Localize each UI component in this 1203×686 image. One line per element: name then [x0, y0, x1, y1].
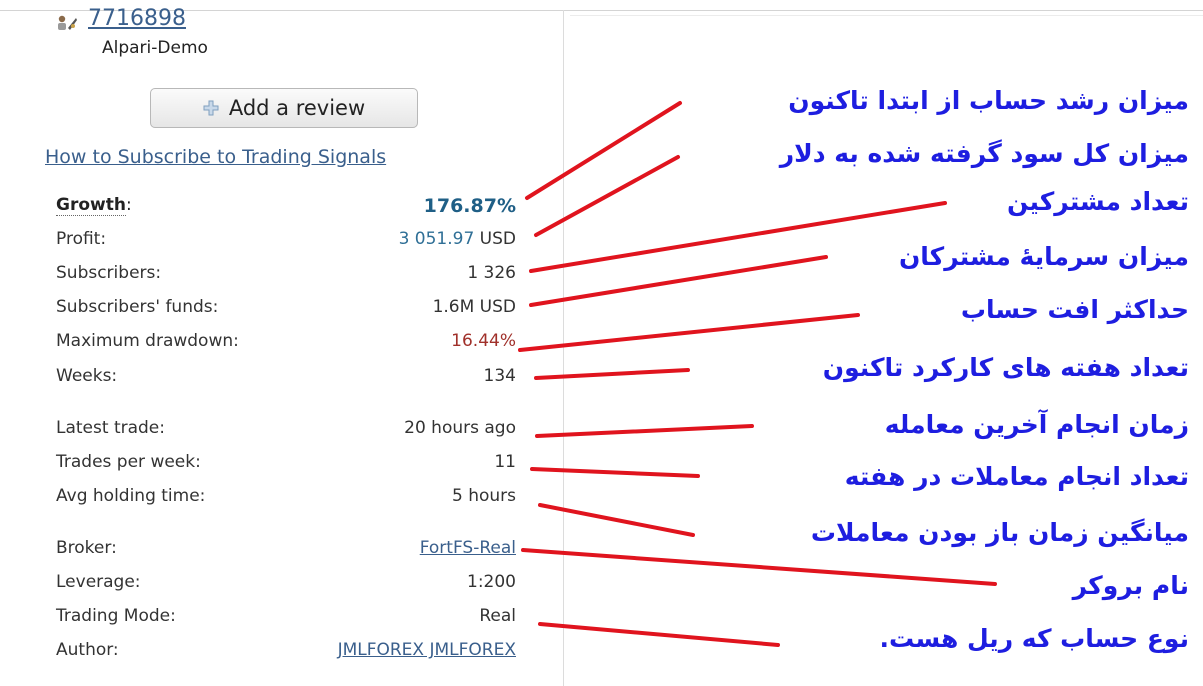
trades-week-value: 11 [494, 452, 516, 472]
holding-value: 5 hours [451, 486, 516, 506]
profit-label: Profit: [56, 229, 107, 249]
arrow-growth [525, 101, 682, 200]
server-name: Alpari-Demo [102, 38, 208, 58]
subscribe-howto-link[interactable]: How to Subscribe to Trading Signals [45, 146, 386, 168]
account-id-link[interactable]: 7716898 [88, 6, 186, 32]
stat-row-author: Author: JMLFOREX JMLFOREX [56, 640, 516, 664]
arrow-broker [521, 548, 997, 586]
annotation-holding: میانگین زمان باز بودن معاملات [810, 518, 1189, 547]
annotation-growth: میزان رشد حساب از ابتدا تاکنون [788, 86, 1189, 115]
broker-label: Broker: [56, 538, 117, 558]
stat-row-holding: Avg holding time: 5 hours [56, 486, 516, 510]
stat-row-trading-mode: Trading Mode: Real [56, 606, 516, 630]
latest-trade-value: 20 hours ago [404, 418, 516, 438]
author-link[interactable]: JMLFOREX JMLFOREX [338, 640, 516, 660]
drawdown-label: Maximum drawdown: [56, 331, 239, 351]
stat-row-funds: Subscribers' funds: 1.6M USD [56, 297, 516, 321]
annotation-trades-week: تعداد انجام معاملات در هفته [844, 462, 1189, 491]
stat-row-profit: Profit: 3 051.97 USD [56, 229, 516, 253]
stat-row-leverage: Leverage: 1:200 [56, 572, 516, 596]
account-signal-icon [58, 15, 77, 30]
broker-link[interactable]: FortFS-Real [420, 538, 516, 558]
growth-label-text[interactable]: Growth [56, 195, 126, 216]
growth-value: 176.87% [423, 195, 516, 217]
plus-icon [203, 100, 219, 116]
annotation-drawdown: حداکثر افت حساب [960, 295, 1189, 324]
arrow-profit [534, 155, 680, 237]
stat-row-latest-trade: Latest trade: 20 hours ago [56, 418, 516, 442]
funds-value: 1.6M USD [432, 297, 516, 317]
arrow-subscribers [529, 201, 947, 273]
weeks-value: 134 [483, 366, 516, 386]
growth-label: Growth: [56, 195, 132, 216]
annotation-funds: میزان سرمایهٔ مشترکان [898, 242, 1189, 271]
panel-divider [563, 10, 564, 686]
trades-week-label: Trades per week: [56, 452, 201, 472]
arrow-funds [529, 255, 828, 307]
trading-mode-value: Real [479, 606, 516, 626]
leverage-label: Leverage: [56, 572, 141, 592]
profit-amount: 3 051.97 [398, 229, 475, 249]
annotation-broker: نام بروکر [1072, 571, 1189, 600]
arrow-trades-week [530, 467, 700, 478]
drawdown-value: 16.44% [451, 331, 516, 351]
stat-row-broker: Broker: FortFS-Real [56, 538, 516, 562]
author-label: Author: [56, 640, 119, 660]
leverage-value: 1:200 [467, 572, 516, 592]
annotation-subscribers: تعداد مشترکین [1007, 187, 1189, 216]
stat-row-trades-week: Trades per week: 11 [56, 452, 516, 476]
funds-label: Subscribers' funds: [56, 297, 219, 317]
top-border-secondary [570, 15, 1203, 16]
add-review-button[interactable]: Add a review [150, 88, 418, 128]
stat-row-subscribers: Subscribers: 1 326 [56, 263, 516, 287]
trading-mode-label: Trading Mode: [56, 606, 176, 626]
arrow-weeks [534, 368, 690, 380]
growth-label-colon: : [125, 195, 132, 215]
stat-row-weeks: Weeks: 134 [56, 366, 516, 390]
latest-trade-label: Latest trade: [56, 418, 165, 438]
weeks-label: Weeks: [56, 366, 118, 386]
subscribers-label: Subscribers: [56, 263, 162, 283]
annotation-latest: زمان انجام آخرین معامله [884, 410, 1189, 439]
stat-row-drawdown: Maximum drawdown: 16.44% [56, 331, 516, 355]
holding-label: Avg holding time: [56, 486, 206, 506]
add-review-label: Add a review [228, 96, 366, 120]
arrow-drawdown [518, 313, 860, 352]
annotation-weeks: تعداد هفته های کارکرد تاکنون [822, 353, 1189, 382]
arrow-mode [538, 622, 780, 647]
stat-row-growth: Growth: 176.87% [56, 195, 516, 219]
subscribers-value: 1 326 [467, 263, 516, 283]
arrow-latest [535, 424, 754, 438]
annotation-profit: میزان کل سود گرفته شده به دلار [779, 139, 1189, 168]
profit-unit: USD [474, 229, 516, 249]
annotation-mode: نوع حساب که ریل هست. [879, 624, 1189, 653]
profit-value: 3 051.97 USD [399, 229, 516, 249]
